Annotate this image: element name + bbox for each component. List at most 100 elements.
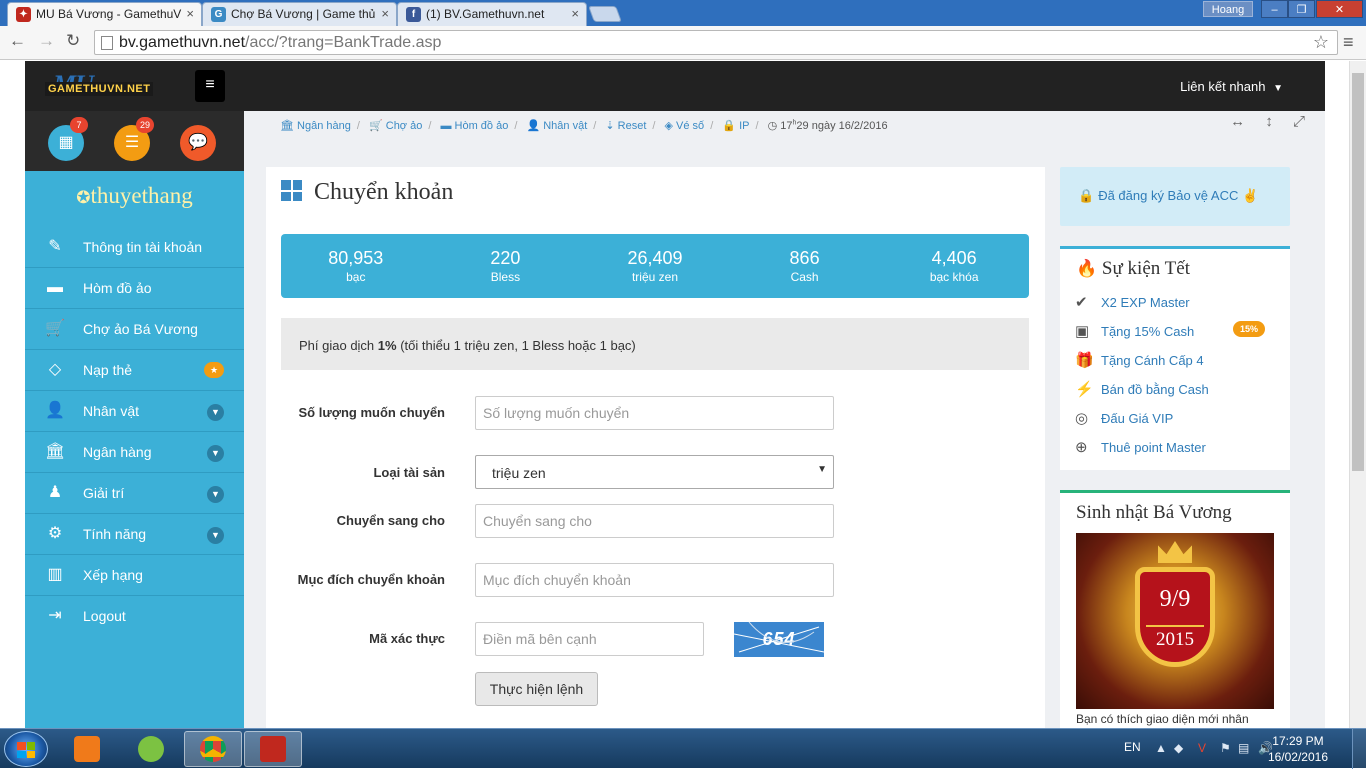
horizontal-resize-icon[interactable]: ↔ <box>1230 113 1245 130</box>
fee-notice: Phí giao dịch 1% (tối thiểu 1 triệu zen,… <box>281 318 1029 370</box>
back-icon[interactable]: ← <box>9 31 26 51</box>
cart-icon: 🛒 <box>45 320 65 337</box>
close-tab-icon[interactable]: × <box>381 6 389 21</box>
breadcrumb-label: Hòm đồ ảo <box>454 120 509 132</box>
chat-button[interactable]: 💬 <box>180 125 216 161</box>
briefcase-icon: ▬ <box>440 120 455 132</box>
sidebar-item-account-info[interactable]: ✎ Thông tin tài khoản <box>25 227 244 268</box>
antivirus-icon[interactable]: V <box>1198 741 1206 755</box>
breadcrumb-label: IP <box>739 120 750 132</box>
language-indicator[interactable]: EN <box>1124 740 1141 754</box>
sidebar-item-inventory[interactable]: ▬ Hòm đồ ảo <box>25 268 244 309</box>
breadcrumb-label: Vé số <box>676 120 705 132</box>
network-icon[interactable]: ▤ <box>1238 741 1249 755</box>
tray-arrow-icon[interactable]: ▲ <box>1155 741 1167 755</box>
network-app-icon[interactable]: ◆ <box>1174 741 1183 755</box>
breadcrumb-ip[interactable]: 🔒 IP <box>722 120 749 132</box>
breadcrumb-bank[interactable]: 🏛 Ngân hàng <box>280 120 351 132</box>
bookmark-star-icon[interactable]: ☆ <box>1313 32 1329 53</box>
site-logo[interactable]: MU GAMETHUVN.NET <box>45 70 163 100</box>
purpose-input[interactable]: Mục đích chuyển khoản <box>475 563 834 597</box>
submit-button[interactable]: Thực hiện lệnh <box>475 672 598 706</box>
victory-hand-icon: ✌ <box>1242 188 1259 203</box>
fullscreen-icon[interactable]: ⤢ <box>1293 113 1305 130</box>
page-scrollbar[interactable] <box>1349 61 1366 728</box>
sidebar-item-entertainment[interactable]: ♟ Giải trí ▼ <box>25 473 244 514</box>
show-desktop-button[interactable] <box>1352 729 1366 769</box>
stat-value: 26,409 <box>627 248 683 268</box>
tab-mu-ba-vuong[interactable]: ✦ MU Bá Vương - GamethuV × <box>7 2 202 26</box>
sidebar-item-logout[interactable]: ⇥ Logout <box>25 596 244 637</box>
asset-type-select[interactable]: triệu zen ▼ <box>475 455 834 489</box>
breadcrumb-inventory[interactable]: ▬ Hòm đồ ảo <box>440 120 508 132</box>
amount-input[interactable]: Số lượng muốn chuyển <box>475 396 834 430</box>
reload-icon[interactable]: ↻ <box>66 31 80 51</box>
start-button[interactable] <box>4 731 48 767</box>
breadcrumb-lottery[interactable]: ◈ Vé số <box>665 120 705 132</box>
username: ✪thuyethang <box>25 183 244 209</box>
chevron-down-icon: ▼ <box>207 486 224 503</box>
event-wing[interactable]: 🎁 Tặng Cánh Cấp 4 <box>1075 351 1204 369</box>
event-sell-cash[interactable]: ⚡ Bán đồ bằng Cash <box>1075 380 1209 398</box>
close-tab-icon[interactable]: × <box>571 6 579 21</box>
transfer-panel: Chuyển khoản 80,953 bạc 220 Bless 26,409 tr… <box>266 167 1045 728</box>
vertical-resize-icon[interactable]: ↕ <box>1265 113 1273 130</box>
hamburger-menu-icon[interactable]: ≡ <box>195 70 225 102</box>
sidebar-item-market[interactable]: 🛒 Chợ ảo Bá Vương <box>25 309 244 350</box>
select-caret-icon: ▼ <box>817 464 827 475</box>
breadcrumb-reset[interactable]: ⇣ Reset <box>605 120 646 132</box>
stat-silver: 80,953 bạc <box>281 234 431 298</box>
fee-percent: 1% <box>377 338 397 353</box>
stat-label: bạc khóa <box>929 270 979 284</box>
taskbar-green-app[interactable] <box>122 731 180 767</box>
list-icon: ☰ <box>124 134 140 151</box>
quick-link-dropdown[interactable]: Liên kết nhanh ▼ <box>1180 79 1283 94</box>
stat-label: triệu zen <box>631 270 678 284</box>
breadcrumb-character[interactable]: 👤 Nhân vật <box>526 120 587 132</box>
sidebar-item-label: Xếp hạng <box>83 567 143 583</box>
captcha-label: Mã xác thực <box>369 631 445 646</box>
breadcrumb-time: ◷ 17h29 ngày 16/2/2016 <box>768 119 888 132</box>
sidebar-item-features[interactable]: ⚙ Tính năng ▼ <box>25 514 244 555</box>
amount-label: Số lượng muốn chuyển <box>298 405 446 420</box>
sidebar-item-character[interactable]: 👤 Nhân vật ▼ <box>25 391 244 432</box>
system-clock[interactable]: 17:29 PM 16/02/2016 <box>1268 733 1328 765</box>
forward-icon[interactable]: → <box>38 31 55 51</box>
restore-button[interactable]: ❐ <box>1288 0 1315 18</box>
event-bonus-cash[interactable]: ▣ Tặng 15% Cash <box>1075 322 1194 340</box>
sidebar-item-label: Thông tin tài khoản <box>83 239 203 255</box>
tab-cho-ba-vuong[interactable]: G Chợ Bá Vương | Game thủ × <box>202 2 397 26</box>
chrome-menu-icon[interactable]: ≡ <box>1343 32 1354 53</box>
tab-facebook[interactable]: f (1) BV.Gamethuvn.net × <box>397 2 587 26</box>
url-host: bv.gamethuvn.net <box>119 34 246 51</box>
sidebar-item-bank[interactable]: 🏛 Ngân hàng ▼ <box>25 432 244 473</box>
event-vip-auction[interactable]: ◎ Đấu Giá VIP <box>1075 409 1173 427</box>
sidebar-item-ranking[interactable]: ▥ Xếp hạng <box>25 555 244 596</box>
protection-text: Đã đăng ký Bảo vệ ACC <box>1098 188 1239 203</box>
action-center-icon[interactable]: ⚑ <box>1220 741 1231 755</box>
captcha-input[interactable]: Điền mã bên cạnh <box>475 622 704 656</box>
event-master-point[interactable]: ⊕ Thuê point Master <box>1075 438 1206 456</box>
gear-icon: ✪ <box>76 188 91 207</box>
minimize-button[interactable]: – <box>1261 0 1288 18</box>
close-tab-icon[interactable]: × <box>186 6 194 21</box>
sidebar-item-topup[interactable]: ◇ Nạp thẻ ★ <box>25 350 244 391</box>
fee-prefix: Phí giao dịch <box>299 338 378 353</box>
event-x2-exp[interactable]: ✔ X2 EXP Master <box>1075 293 1190 311</box>
taskbar-mu-game[interactable] <box>244 731 302 767</box>
url-input[interactable]: bv.gamethuvn.net/acc/?trang=BankTrade.as… <box>94 30 1338 55</box>
profile-badge[interactable]: Hoang <box>1203 1 1253 17</box>
account-protection-notice[interactable]: 🔒 Đã đăng ký Bảo vệ ACC ✌ <box>1060 167 1290 226</box>
taskbar-chrome[interactable] <box>184 731 242 767</box>
list-button[interactable]: ☰ 29 <box>114 117 154 161</box>
close-window-button[interactable]: ✕ <box>1316 0 1363 18</box>
chevron-down-icon: ▼ <box>207 404 224 421</box>
new-tab-button[interactable] <box>588 6 622 22</box>
taskbar-media-player[interactable] <box>58 731 116 767</box>
breadcrumb-market[interactable]: 🛒 Chợ ảo <box>369 120 422 132</box>
birthday-banner-image[interactable]: 9/9 2015 <box>1076 533 1274 709</box>
recipient-input[interactable]: Chuyển sang cho <box>475 504 834 538</box>
windows-taskbar: EN ▲ ◆ V ⚑ ▤ 🔊 17:29 PM 16/02/2016 <box>0 728 1366 769</box>
scrollbar-thumb[interactable] <box>1352 73 1364 471</box>
calendar-button[interactable]: ▦ 7 <box>48 117 88 161</box>
